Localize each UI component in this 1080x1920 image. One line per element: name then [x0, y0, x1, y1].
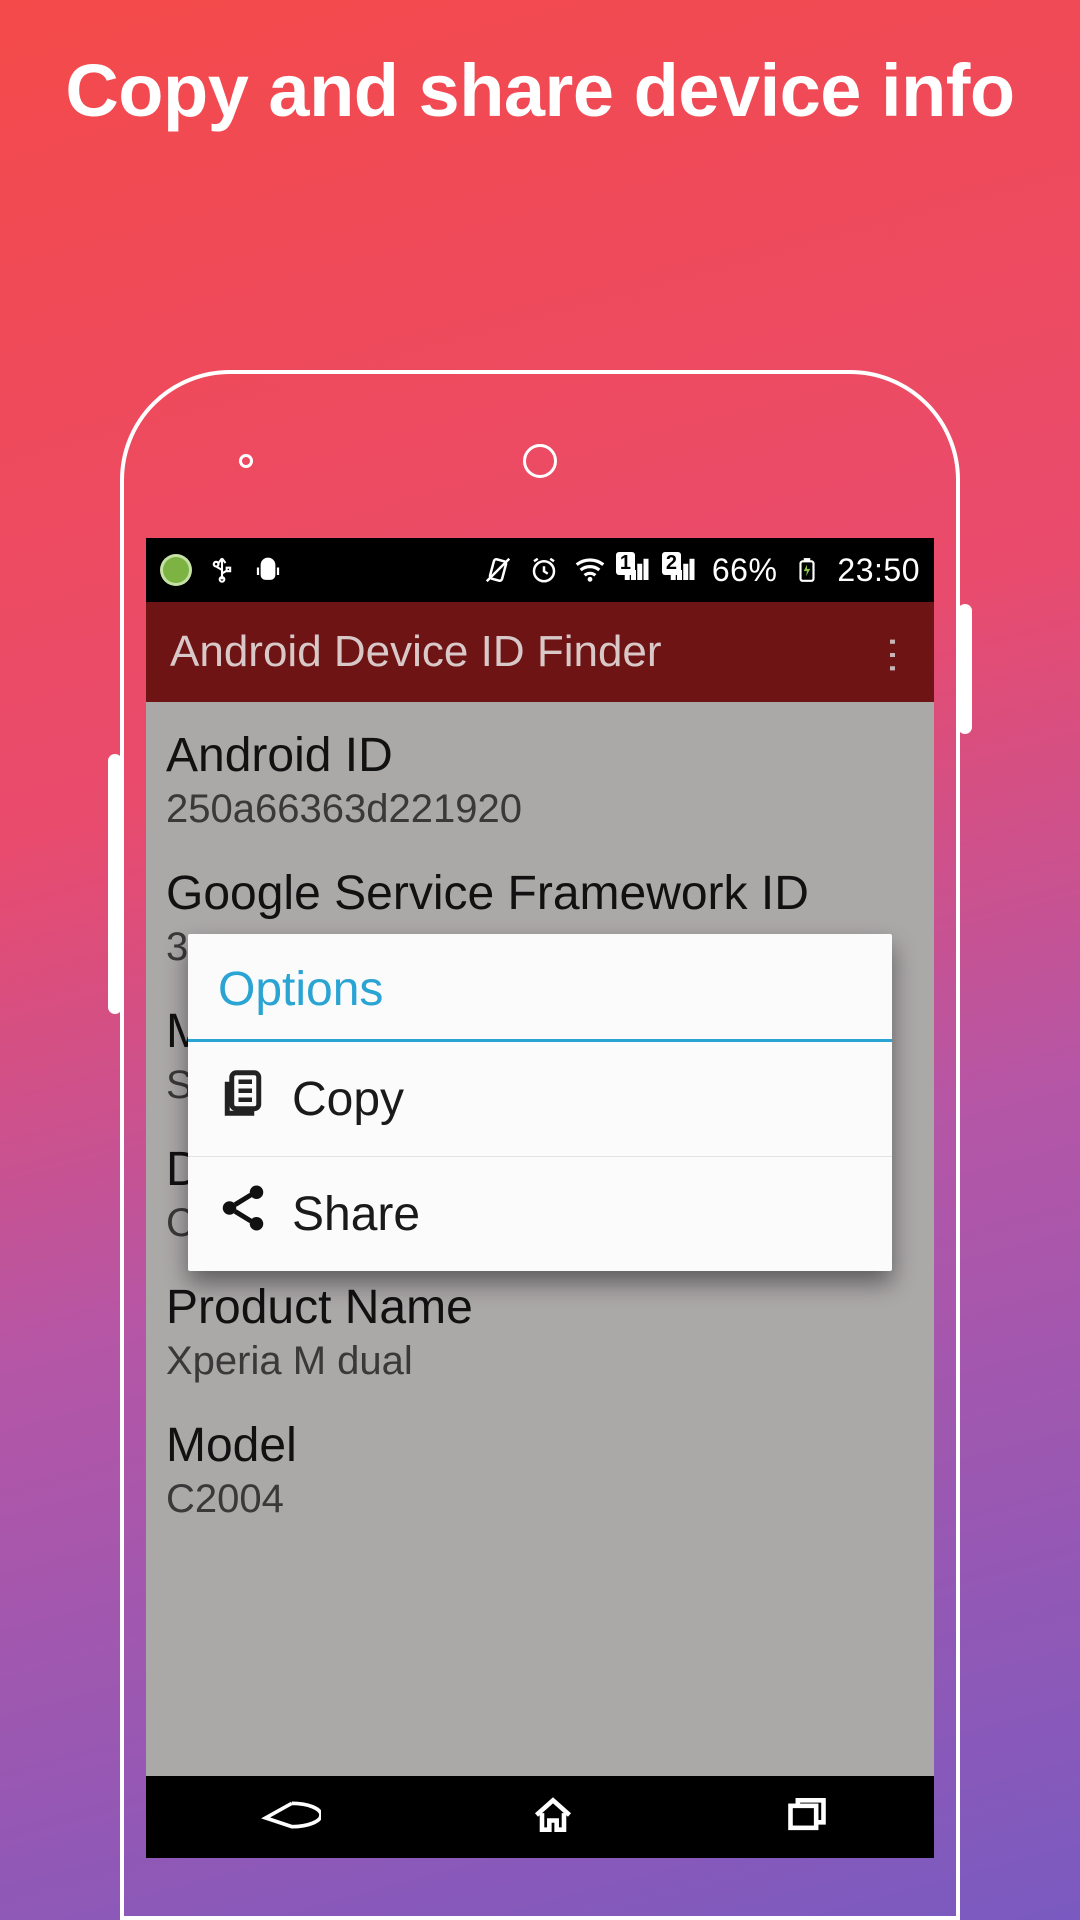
dialog-option-copy[interactable]: Copy: [188, 1042, 892, 1157]
promo-title: Copy and share device info: [0, 0, 1080, 133]
copy-icon: [216, 1066, 270, 1132]
list-item-value: C2004: [166, 1477, 914, 1522]
list-item-product[interactable]: Product Name Xperia M dual: [146, 1264, 934, 1402]
phone-power-button: [958, 604, 972, 734]
app-title: Android Device ID Finder: [170, 627, 662, 677]
sim2-signal-icon: 2: [666, 554, 698, 586]
list-item-value: Xperia M dual: [166, 1339, 914, 1384]
usb-icon: [206, 554, 238, 586]
clock: 23:50: [837, 552, 920, 589]
phone-frame: 1 2 66% 23:50 Android Device ID Finder ⋯…: [120, 370, 960, 1920]
overflow-menu-button[interactable]: ⋯: [870, 635, 916, 669]
nav-home-button[interactable]: [531, 1793, 575, 1842]
status-app-icon: [160, 554, 192, 586]
list-item-android-id[interactable]: Android ID 250a66363d221920: [146, 712, 934, 850]
dialog-option-label: Share: [292, 1187, 420, 1242]
share-icon: [216, 1181, 270, 1247]
sim1-signal-icon: 1: [620, 554, 652, 586]
nav-recent-button[interactable]: [785, 1793, 829, 1842]
dialog-title: Options: [188, 934, 892, 1039]
wifi-icon: [574, 554, 606, 586]
rotation-lock-icon: [482, 554, 514, 586]
dialog-option-label: Copy: [292, 1072, 404, 1127]
battery-percentage: 66%: [712, 552, 778, 589]
list-item-model[interactable]: Model C2004: [146, 1402, 934, 1540]
dialog-option-share[interactable]: Share: [188, 1157, 892, 1271]
list-item-label: Model: [166, 1418, 914, 1473]
navigation-bar: [146, 1776, 934, 1858]
list-item-label: Android ID: [166, 728, 914, 783]
phone-screen: 1 2 66% 23:50 Android Device ID Finder ⋯…: [146, 538, 934, 1858]
status-bar: 1 2 66% 23:50: [146, 538, 934, 602]
phone-led: [239, 454, 253, 468]
phone-volume-button: [108, 754, 122, 1014]
nav-back-button[interactable]: [251, 1795, 321, 1840]
battery-charging-icon: [791, 554, 823, 586]
phone-speaker: [523, 444, 557, 478]
options-dialog: Options Copy Share: [188, 934, 892, 1271]
alarm-icon: [528, 554, 560, 586]
list-item-label: Product Name: [166, 1280, 914, 1335]
adb-icon: [252, 554, 284, 586]
list-item-value: 250a66363d221920: [166, 787, 914, 832]
app-bar: Android Device ID Finder ⋯: [146, 602, 934, 702]
list-item-label: Google Service Framework ID: [166, 866, 914, 921]
